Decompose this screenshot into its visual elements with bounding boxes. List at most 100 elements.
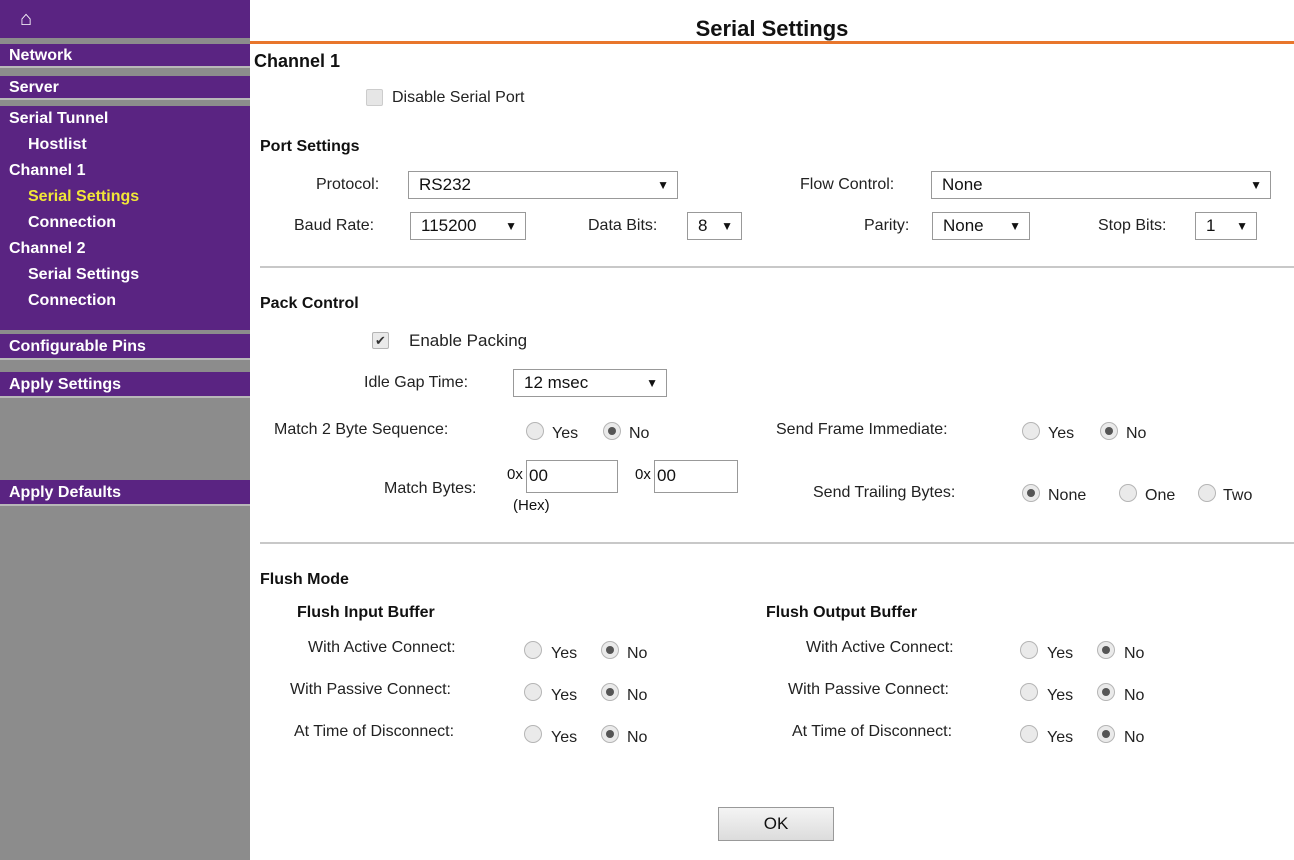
dropdown-arrow-icon: ▼ <box>646 376 658 390</box>
checkmark-icon: ✔ <box>375 333 386 348</box>
page-title: Serial Settings <box>695 16 849 41</box>
match2-no-radio[interactable] <box>603 422 621 440</box>
hex-prefix-2: 0x <box>635 466 651 483</box>
nav-configurable-pins[interactable]: Configurable Pins <box>0 334 250 360</box>
baud-rate-label: Baud Rate: <box>294 217 375 234</box>
stop-bits-label: Stop Bits: <box>1098 217 1167 234</box>
flush-input-active-yes-label: Yes <box>551 645 578 662</box>
match2-yes-radio[interactable] <box>526 422 544 440</box>
pack-control-heading: Pack Control <box>260 295 359 312</box>
apply-settings-button[interactable]: Apply Settings <box>0 372 250 398</box>
match-byte-2-input[interactable]: 00 <box>654 460 738 493</box>
protocol-label: Protocol: <box>316 176 380 193</box>
flush-input-disconnect-yes-label: Yes <box>551 729 578 746</box>
parity-value: None <box>943 216 984 235</box>
divider <box>260 266 1294 268</box>
flush-output-disconnect-label: At Time of Disconnect: <box>792 723 953 740</box>
flush-output-passive-no-radio[interactable] <box>1097 683 1115 701</box>
nav-channel2-serial-settings[interactable]: Serial Settings <box>0 262 250 288</box>
flush-output-passive-yes-label: Yes <box>1047 687 1074 704</box>
home-icon[interactable]: ⌂ <box>20 9 32 29</box>
dropdown-arrow-icon: ▼ <box>1250 178 1262 192</box>
nav-serial-tunnel[interactable]: Serial Tunnel <box>0 106 250 132</box>
nav-channel1-connection[interactable]: Connection <box>0 210 250 236</box>
flush-input-disconnect-yes-radio[interactable] <box>524 725 542 743</box>
nav-hostlist[interactable]: Hostlist <box>0 132 250 158</box>
stop-bits-select[interactable]: 1 ▼ <box>1195 212 1257 240</box>
nav-server[interactable]: Server <box>0 76 250 100</box>
flush-input-active-yes-radio[interactable] <box>524 641 542 659</box>
flush-output-passive-yes-radio[interactable] <box>1020 683 1038 701</box>
dropdown-arrow-icon: ▼ <box>505 219 517 233</box>
data-bits-value: 8 <box>698 216 708 235</box>
flush-input-disconnect-no-radio[interactable] <box>601 725 619 743</box>
data-bits-label: Data Bits: <box>588 217 658 234</box>
protocol-select[interactable]: RS232 ▼ <box>408 171 678 199</box>
match2-yes-label: Yes <box>552 425 579 442</box>
flush-output-disconnect-yes-radio[interactable] <box>1020 725 1038 743</box>
data-bits-select[interactable]: 8 ▼ <box>687 212 742 240</box>
send-frame-no-radio[interactable] <box>1100 422 1118 440</box>
flush-input-disconnect-label: At Time of Disconnect: <box>294 723 455 740</box>
nav-channel1-serial-settings[interactable]: Serial Settings <box>0 184 250 210</box>
trailing-two-label: Two <box>1223 487 1253 504</box>
trailing-none-label: None <box>1048 487 1087 504</box>
port-settings-heading: Port Settings <box>260 138 360 155</box>
flow-control-select[interactable]: None ▼ <box>931 171 1271 199</box>
idle-gap-select[interactable]: 12 msec ▼ <box>513 369 667 397</box>
flush-output-passive-no-label: No <box>1124 687 1145 704</box>
match-bytes-label: Match Bytes: <box>384 480 477 497</box>
enable-packing-checkbox[interactable]: ✔ <box>372 332 389 349</box>
send-frame-no-label: No <box>1126 425 1147 442</box>
channel-heading: Channel 1 <box>254 51 341 71</box>
flush-input-active-label: With Active Connect: <box>308 639 456 656</box>
home-link[interactable]: ⌂ <box>0 0 250 38</box>
flow-control-value: None <box>942 175 983 194</box>
flush-input-passive-yes-label: Yes <box>551 687 578 704</box>
match-byte-1-input[interactable]: 00 <box>526 460 618 493</box>
send-frame-yes-radio[interactable] <box>1022 422 1040 440</box>
main-content: Serial Settings Channel 1 Disable Serial… <box>250 0 1294 860</box>
dropdown-arrow-icon: ▼ <box>1236 219 1248 233</box>
hex-prefix-1: 0x <box>507 466 523 483</box>
trailing-one-radio[interactable] <box>1119 484 1137 502</box>
flush-input-active-no-label: No <box>627 645 648 662</box>
flush-input-passive-yes-radio[interactable] <box>524 683 542 701</box>
nav-network[interactable]: Network <box>0 44 250 68</box>
apply-defaults-button[interactable]: Apply Defaults <box>0 480 250 506</box>
nav-group-serial: Serial Tunnel Hostlist Channel 1 Serial … <box>0 106 250 330</box>
nav-channel1[interactable]: Channel 1 <box>0 158 250 184</box>
match2-no-label: No <box>629 425 650 442</box>
nav-channel2[interactable]: Channel 2 <box>0 236 250 262</box>
flush-output-active-yes-radio[interactable] <box>1020 641 1038 659</box>
enable-packing-label: Enable Packing <box>409 331 528 350</box>
trailing-bytes-label: Send Trailing Bytes: <box>813 484 956 501</box>
trailing-two-radio[interactable] <box>1198 484 1216 502</box>
flush-output-active-no-radio[interactable] <box>1097 641 1115 659</box>
parity-label: Parity: <box>864 217 910 234</box>
trailing-one-label: One <box>1145 487 1176 504</box>
flush-input-passive-no-radio[interactable] <box>601 683 619 701</box>
flush-output-disconnect-no-label: No <box>1124 729 1145 746</box>
flush-input-heading: Flush Input Buffer <box>297 604 435 621</box>
flush-input-passive-no-label: No <box>627 687 648 704</box>
trailing-none-radio[interactable] <box>1022 484 1040 502</box>
flush-output-heading: Flush Output Buffer <box>766 604 918 621</box>
match2-label: Match 2 Byte Sequence: <box>274 421 449 438</box>
flush-output-active-yes-label: Yes <box>1047 645 1074 662</box>
baud-rate-select[interactable]: 115200 ▼ <box>410 212 526 240</box>
ok-button[interactable]: OK <box>718 807 834 841</box>
flush-output-disconnect-no-radio[interactable] <box>1097 725 1115 743</box>
flush-input-active-no-radio[interactable] <box>601 641 619 659</box>
send-frame-label: Send Frame Immediate: <box>776 421 948 438</box>
disable-serial-port-checkbox[interactable] <box>366 89 383 106</box>
divider <box>260 542 1294 544</box>
flush-output-disconnect-yes-label: Yes <box>1047 729 1074 746</box>
parity-select[interactable]: None ▼ <box>932 212 1030 240</box>
flush-output-active-label: With Active Connect: <box>806 639 954 656</box>
idle-gap-label: Idle Gap Time: <box>364 374 469 391</box>
dropdown-arrow-icon: ▼ <box>1009 219 1021 233</box>
nav-channel2-connection[interactable]: Connection <box>0 288 250 314</box>
protocol-value: RS232 <box>419 175 471 194</box>
baud-rate-value: 115200 <box>421 216 477 235</box>
